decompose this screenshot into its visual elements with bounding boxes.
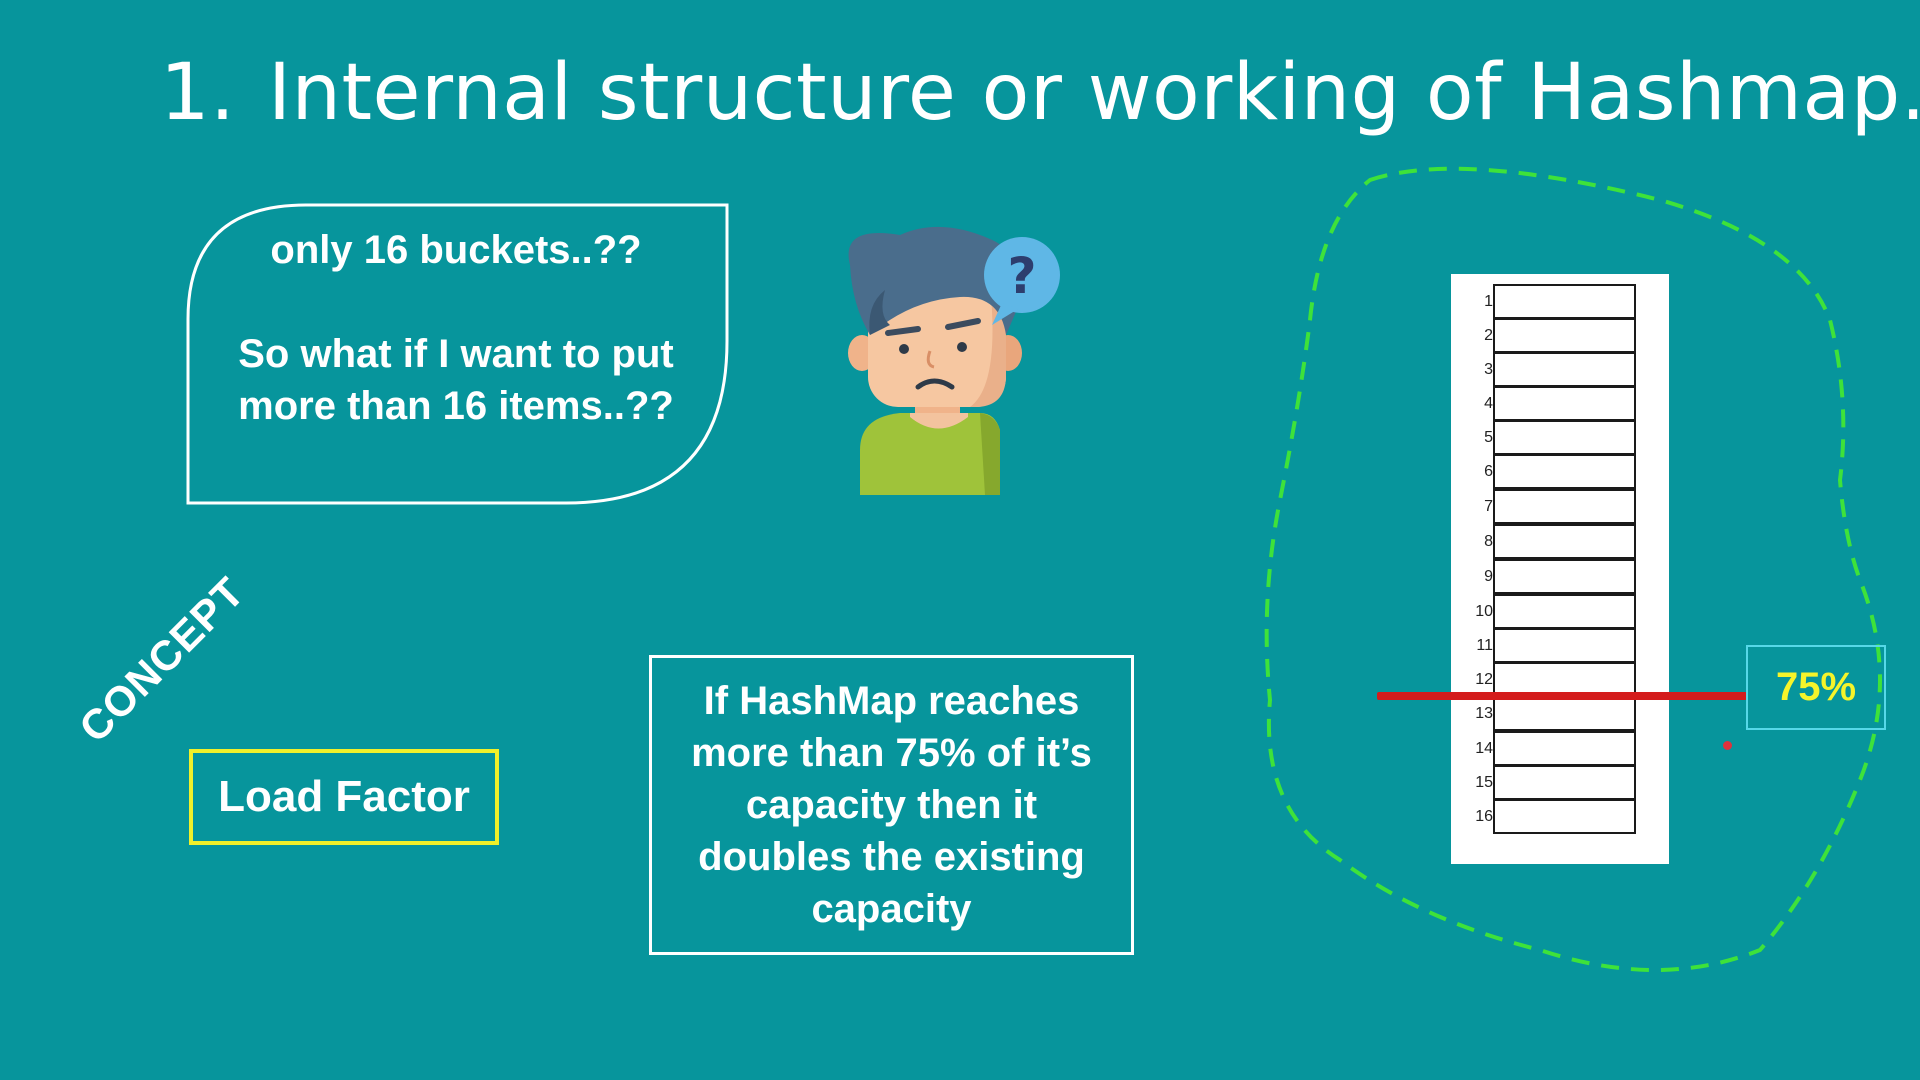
bucket-cell — [1493, 765, 1636, 800]
bucket-number: 10 — [1475, 603, 1493, 620]
bucket-number: 9 — [1484, 568, 1493, 585]
bubble-line-1: only 16 buckets..?? — [270, 228, 642, 272]
bucket-cell — [1493, 489, 1636, 524]
concept-label: CONCEPT — [70, 567, 254, 752]
pointer-dot — [1723, 741, 1732, 750]
bucket-cell — [1493, 352, 1636, 387]
bucket-row: 6 — [1451, 454, 1669, 489]
info-text: If HashMap reaches more than 75% of it’s… — [691, 679, 1092, 931]
bucket-row: 3 — [1451, 352, 1669, 387]
info-box: If HashMap reaches more than 75% of it’s… — [649, 655, 1134, 955]
bucket-row: 11 — [1451, 628, 1669, 663]
bucket-row: 2 — [1451, 318, 1669, 353]
bucket-number: 14 — [1475, 740, 1493, 757]
bucket-row: 1 — [1451, 284, 1669, 319]
bucket-row: 4 — [1451, 386, 1669, 421]
bucket-cell — [1493, 284, 1636, 319]
bucket-cell — [1493, 594, 1636, 629]
bucket-row: 13 — [1451, 696, 1669, 731]
slide-title: 1. Internal structure or working of Hashm… — [160, 48, 1920, 138]
bucket-number: 2 — [1484, 327, 1493, 344]
bucket-cell — [1493, 454, 1636, 489]
bucket-row: 14 — [1451, 731, 1669, 766]
threshold-percent-box: 75% — [1746, 645, 1886, 730]
bucket-row: 16 — [1451, 799, 1669, 834]
buckets-panel: 1 2 3 4 5 6 7 8 9 10 11 12 13 14 15 16 — [1451, 274, 1669, 864]
bucket-cell — [1493, 799, 1636, 834]
speech-bubble-text: only 16 buckets..?? So what if I want to… — [206, 224, 706, 432]
bucket-number: 1 — [1484, 293, 1493, 310]
load-factor-box: Load Factor — [189, 749, 499, 845]
bucket-row: 9 — [1451, 559, 1669, 594]
bucket-row: 5 — [1451, 420, 1669, 455]
bucket-number: 3 — [1484, 361, 1493, 378]
bucket-number: 11 — [1476, 637, 1493, 654]
bucket-cell — [1493, 386, 1636, 421]
bucket-number: 13 — [1475, 705, 1493, 722]
bucket-row: 10 — [1451, 594, 1669, 629]
bucket-cell — [1493, 731, 1636, 766]
bucket-number: 5 — [1484, 429, 1493, 446]
bubble-line-2: So what if I want to put more than 16 it… — [238, 332, 674, 428]
bucket-cell — [1493, 420, 1636, 455]
bucket-cell — [1493, 559, 1636, 594]
slide: 1. Internal structure or working of Hashm… — [0, 0, 1920, 1080]
bucket-number: 6 — [1484, 463, 1493, 480]
threshold-line — [1377, 692, 1747, 700]
bucket-number: 7 — [1484, 498, 1493, 515]
bucket-row: 15 — [1451, 765, 1669, 800]
bucket-row: 7 — [1451, 489, 1669, 524]
bucket-number: 16 — [1475, 808, 1493, 825]
bucket-cell — [1493, 696, 1636, 731]
bucket-cell — [1493, 524, 1636, 559]
confused-person-icon: ? — [848, 226, 1060, 495]
title-text: Internal structure or working of Hashmap… — [268, 48, 1920, 138]
bucket-number: 4 — [1484, 395, 1493, 412]
threshold-percent-label: 75% — [1775, 665, 1857, 709]
bucket-row: 8 — [1451, 524, 1669, 559]
title-number: 1. — [160, 48, 236, 138]
bucket-number: 8 — [1484, 533, 1493, 550]
bucket-cell — [1493, 318, 1636, 353]
bucket-cell — [1493, 628, 1636, 663]
load-factor-label: Load Factor — [218, 772, 470, 821]
bucket-number: 15 — [1475, 774, 1493, 791]
svg-text:?: ? — [1007, 247, 1036, 305]
